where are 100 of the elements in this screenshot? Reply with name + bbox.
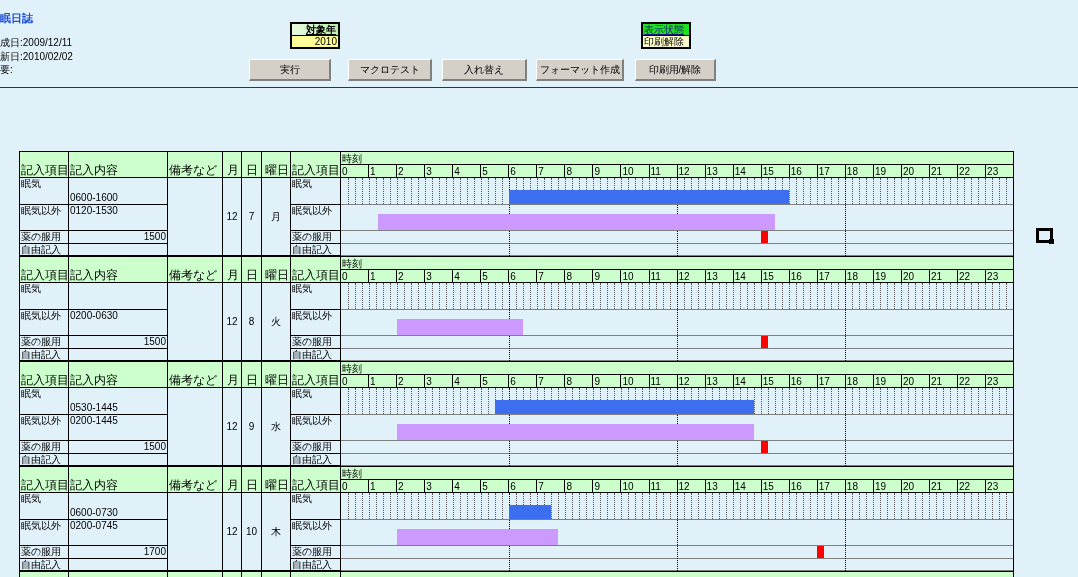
row-label: 薬の服用 [291, 231, 341, 244]
hour-label: 22 [957, 165, 986, 177]
column-header: 記入項目 [20, 152, 69, 178]
macro-button[interactable]: 実行 [249, 59, 331, 81]
hour-label: 19 [872, 480, 901, 492]
column-header: 備考など [168, 362, 223, 388]
hour-label: 11 [648, 165, 677, 177]
hour-label: 21 [929, 270, 958, 282]
medicine-marker [761, 336, 768, 348]
column-header: 記入内容 [69, 257, 168, 283]
entry-cell: 0600-1600 [69, 178, 168, 205]
hour-label: 23 [985, 375, 1014, 387]
hour-label: 3 [424, 165, 453, 177]
row-label: 自由記入 [20, 349, 69, 361]
column-header: 記入項目 [291, 362, 341, 388]
weekday-cell: 火 [262, 283, 291, 361]
column-header: 記入内容 [69, 152, 168, 178]
hour-label: 23 [985, 270, 1014, 282]
entry-cell: 0200-0745 [69, 520, 168, 546]
entry-cell: 0200-0630 [69, 310, 168, 336]
sleepiness-bar [509, 505, 551, 519]
hour-label: 14 [732, 480, 761, 492]
column-header: 記入項目 [291, 152, 341, 178]
hour-label: 7 [536, 480, 565, 492]
row-label: 自由記入 [291, 454, 341, 466]
row-label: 眠気 [20, 283, 69, 310]
hour-label: 5 [480, 375, 509, 387]
hour-label: 12 [676, 480, 705, 492]
hour-label: 13 [704, 375, 733, 387]
hour-label: 20 [900, 270, 929, 282]
column-header: 曜日 [262, 152, 291, 178]
hour-label: 9 [592, 165, 621, 177]
entry-cell: 1700 [69, 546, 168, 559]
info-text: 要: [0, 63, 14, 77]
hour-label: 15 [760, 480, 789, 492]
column-header: 月 [223, 257, 242, 283]
hour-label: 20 [900, 480, 929, 492]
row-label: 眠気以外 [291, 520, 341, 546]
hour-label: 10 [620, 270, 649, 282]
hour-label: 13 [704, 270, 733, 282]
hour-label: 16 [788, 480, 817, 492]
column-header: 曜日 [262, 362, 291, 388]
row-label: 自由記入 [20, 244, 69, 256]
day-cell: 9 [242, 388, 262, 466]
hour-label: 18 [844, 375, 873, 387]
row-label: 薬の服用 [291, 441, 341, 454]
hour-label: 17 [816, 270, 845, 282]
row-label: 眠気 [20, 178, 69, 205]
weekday-cell: 水 [262, 388, 291, 466]
hour-label: 2 [396, 165, 425, 177]
hour-label: 18 [844, 165, 873, 177]
column-header: 備考など [168, 467, 223, 493]
column-header: 記入項目 [20, 362, 69, 388]
column-header: 月 [223, 467, 242, 493]
row-label: 自由記入 [20, 454, 69, 466]
entry-cell: 1500 [69, 231, 168, 244]
hour-label: 5 [480, 270, 509, 282]
column-header: 記入項目 [20, 467, 69, 493]
row-label: 眠気以外 [20, 205, 69, 231]
hour-label: 6 [508, 270, 537, 282]
hour-label: 0 [341, 165, 349, 177]
hour-label: 14 [732, 270, 761, 282]
macro-button[interactable]: フォーマット作成 [536, 59, 624, 81]
macro-button[interactable]: 入れ替え [442, 59, 527, 81]
macro-button[interactable]: マクロテスト [348, 59, 432, 81]
hour-label: 15 [760, 270, 789, 282]
row-label: 眠気以外 [291, 415, 341, 441]
hour-label: 8 [564, 375, 593, 387]
column-header: 記入内容 [69, 362, 168, 388]
hour-label: 17 [816, 480, 845, 492]
hour-label: 10 [620, 480, 649, 492]
row-label: 薬の服用 [291, 546, 341, 559]
row-label: 自由記入 [291, 349, 341, 361]
day-cell: 8 [242, 283, 262, 361]
entry-cell: 0200-1445 [69, 415, 168, 441]
hour-label: 0 [341, 480, 349, 492]
hour-label: 15 [760, 165, 789, 177]
row-label: 眠気以外 [20, 520, 69, 546]
hour-label: 14 [732, 375, 761, 387]
box-label: 対象年 [292, 24, 338, 36]
row-label: 薬の服用 [291, 336, 341, 349]
box-value: 印刷解除 [643, 36, 689, 47]
hour-label: 11 [648, 375, 677, 387]
hour-label: 15 [760, 375, 789, 387]
hour-label: 0 [341, 270, 349, 282]
hour-label: 4 [452, 165, 481, 177]
row-label: 眠気以外 [291, 310, 341, 336]
column-header: 日 [242, 152, 262, 178]
hour-label: 22 [957, 480, 986, 492]
macro-button[interactable]: 印刷用/解除 [635, 59, 716, 81]
row-label: 眠気以外 [291, 205, 341, 231]
hour-label: 1 [368, 270, 397, 282]
row-label: 眠気 [291, 493, 341, 520]
hour-label: 22 [957, 270, 986, 282]
hour-label: 20 [900, 165, 929, 177]
row-label: 眠気 [291, 178, 341, 205]
hour-label: 18 [844, 270, 873, 282]
box-value: 2010 [292, 36, 338, 47]
hour-label: 17 [816, 375, 845, 387]
entry-cell: 1500 [69, 336, 168, 349]
